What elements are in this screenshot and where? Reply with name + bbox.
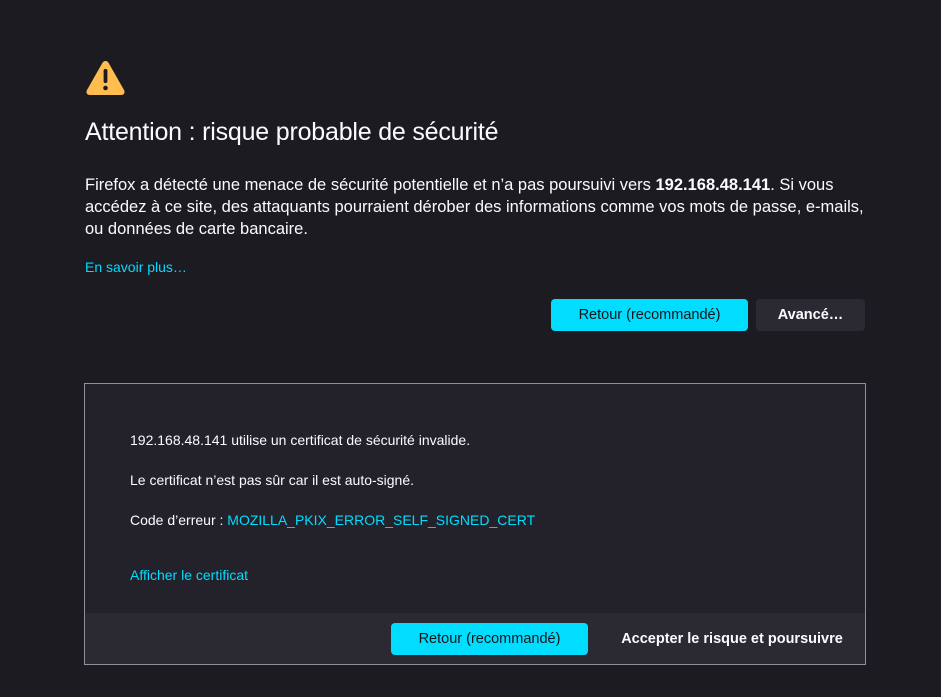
advanced-panel: 192.168.48.141 utilise un certificat de … bbox=[84, 383, 866, 665]
go-back-button-secondary[interactable]: Retour (recommandé) bbox=[391, 623, 588, 655]
go-back-button[interactable]: Retour (recommandé) bbox=[551, 299, 748, 331]
error-page: Attention : risque probable de sécurité … bbox=[0, 0, 941, 697]
page-title: Attention : risque probable de sécurité bbox=[85, 118, 499, 146]
accept-risk-button[interactable]: Accepter le risque et poursuivre bbox=[605, 623, 859, 655]
error-code-line: Code d’erreur : MOZILLA_PKIX_ERROR_SELF_… bbox=[130, 512, 535, 528]
view-certificate-link[interactable]: Afficher le certificat bbox=[130, 567, 248, 583]
advanced-button[interactable]: Avancé… bbox=[756, 299, 865, 331]
learn-more-link[interactable]: En savoir plus… bbox=[85, 259, 187, 275]
host-name: 192.168.48.141 bbox=[655, 176, 771, 194]
error-description: Firefox a détecté une menace de sécurité… bbox=[85, 174, 865, 240]
advanced-panel-footer: Retour (recommandé) Accepter le risque e… bbox=[85, 613, 865, 664]
description-text: Firefox a détecté une menace de sécurité… bbox=[85, 176, 656, 194]
error-code-link[interactable]: MOZILLA_PKIX_ERROR_SELF_SIGNED_CERT bbox=[227, 512, 535, 528]
self-signed-text: Le certificat n’est pas sûr car il est a… bbox=[130, 472, 415, 488]
warning-triangle-icon bbox=[86, 61, 125, 95]
invalid-cert-text: 192.168.48.141 utilise un certificat de … bbox=[130, 432, 471, 448]
error-code-label: Code d’erreur : bbox=[130, 512, 228, 528]
